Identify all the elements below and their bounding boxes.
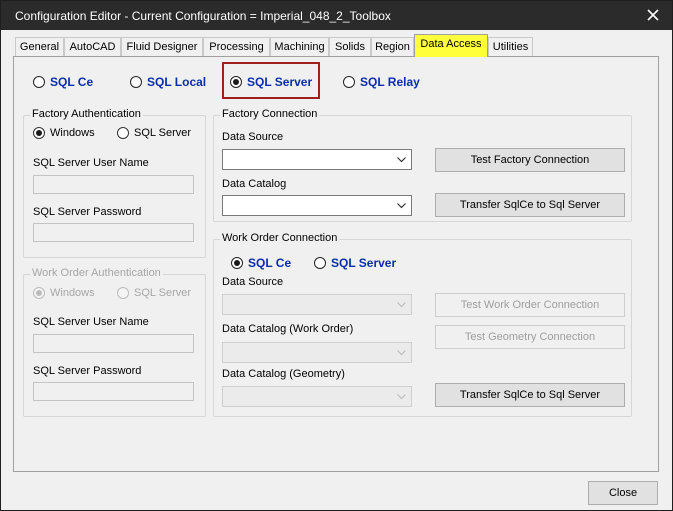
chevron-down-icon [397,203,406,209]
workorder-catalog-combo[interactable] [222,342,412,363]
workorder-password-input[interactable] [33,382,194,401]
factory-datasource-label: Data Source [222,131,284,143]
geometry-catalog-label: Data Catalog (Geometry) [222,368,345,380]
group-title: Work Order Authentication [30,267,163,279]
workorder-user-input[interactable] [33,334,194,353]
radio-sql-relay[interactable]: SQL Relay [343,75,420,89]
group-title: Work Order Connection [220,232,340,244]
workorder-auth-windows-radio[interactable]: Windows [33,287,95,299]
factory-datasource-combo[interactable] [222,149,412,170]
chevron-down-icon [397,302,406,308]
tab-utilities[interactable]: Utilities [488,37,533,56]
tab-data-access[interactable]: Data Access [414,34,488,57]
radio-circle [343,76,355,88]
workorder-transfer-button[interactable]: Transfer SqlCe to Sql Server [435,383,625,407]
test-factory-connection-button[interactable]: Test Factory Connection [435,148,625,172]
tab-solids[interactable]: Solids [329,37,371,56]
tab-autocad[interactable]: AutoCAD [64,37,121,56]
window-close-button[interactable] [640,3,666,27]
tab-machining[interactable]: Machining [270,37,329,56]
factory-user-input[interactable] [33,175,194,194]
window-title: Configuration Editor - Current Configura… [15,9,391,23]
chevron-down-icon [397,157,406,163]
factory-auth-sqlserver-radio[interactable]: SQL Server [117,127,191,139]
workorder-password-label: SQL Server Password [33,365,142,377]
workorder-datasource-label: Data Source [222,276,284,288]
factory-password-input[interactable] [33,223,194,242]
radio-sql-ce[interactable]: SQL Ce [33,75,93,89]
factory-catalog-combo[interactable] [222,195,412,216]
radio-circle [230,76,242,88]
workorder-sqlserver-radio[interactable]: SQL Server [314,256,396,270]
tab-region[interactable]: Region [371,37,414,56]
radio-circle [130,76,142,88]
workorder-auth-sqlserver-radio[interactable]: SQL Server [117,287,191,299]
tab-processing[interactable]: Processing [203,37,270,56]
workorder-user-label: SQL Server User Name [33,316,149,328]
radio-sql-local[interactable]: SQL Local [130,75,206,89]
radio-circle [33,76,45,88]
group-title: Factory Connection [220,108,320,120]
factory-auth-windows-radio[interactable]: Windows [33,127,95,139]
group-title: Factory Authentication [30,108,143,120]
factory-user-label: SQL Server User Name [33,157,149,169]
test-workorder-connection-button[interactable]: Test Work Order Connection [435,293,625,317]
workorder-catalog-label: Data Catalog (Work Order) [222,323,354,335]
chevron-down-icon [397,394,406,400]
close-button[interactable]: Close [588,481,658,505]
tab-general[interactable]: General [15,37,64,56]
geometry-catalog-combo[interactable] [222,386,412,407]
workorder-datasource-combo[interactable] [222,294,412,315]
chevron-down-icon [397,350,406,356]
radio-sql-server[interactable]: SQL Server [230,75,312,89]
tab-fluid-designer[interactable]: Fluid Designer [121,37,203,56]
test-geometry-connection-button[interactable]: Test Geometry Connection [435,325,625,349]
factory-password-label: SQL Server Password [33,206,142,218]
factory-transfer-button[interactable]: Transfer SqlCe to Sql Server [435,193,625,217]
workorder-sqlce-radio[interactable]: SQL Ce [231,256,291,270]
title-bar[interactable]: Configuration Editor - Current Configura… [1,1,672,30]
close-icon [647,9,659,21]
factory-catalog-label: Data Catalog [222,178,287,190]
config-editor-window: Configuration Editor - Current Configura… [0,0,673,511]
